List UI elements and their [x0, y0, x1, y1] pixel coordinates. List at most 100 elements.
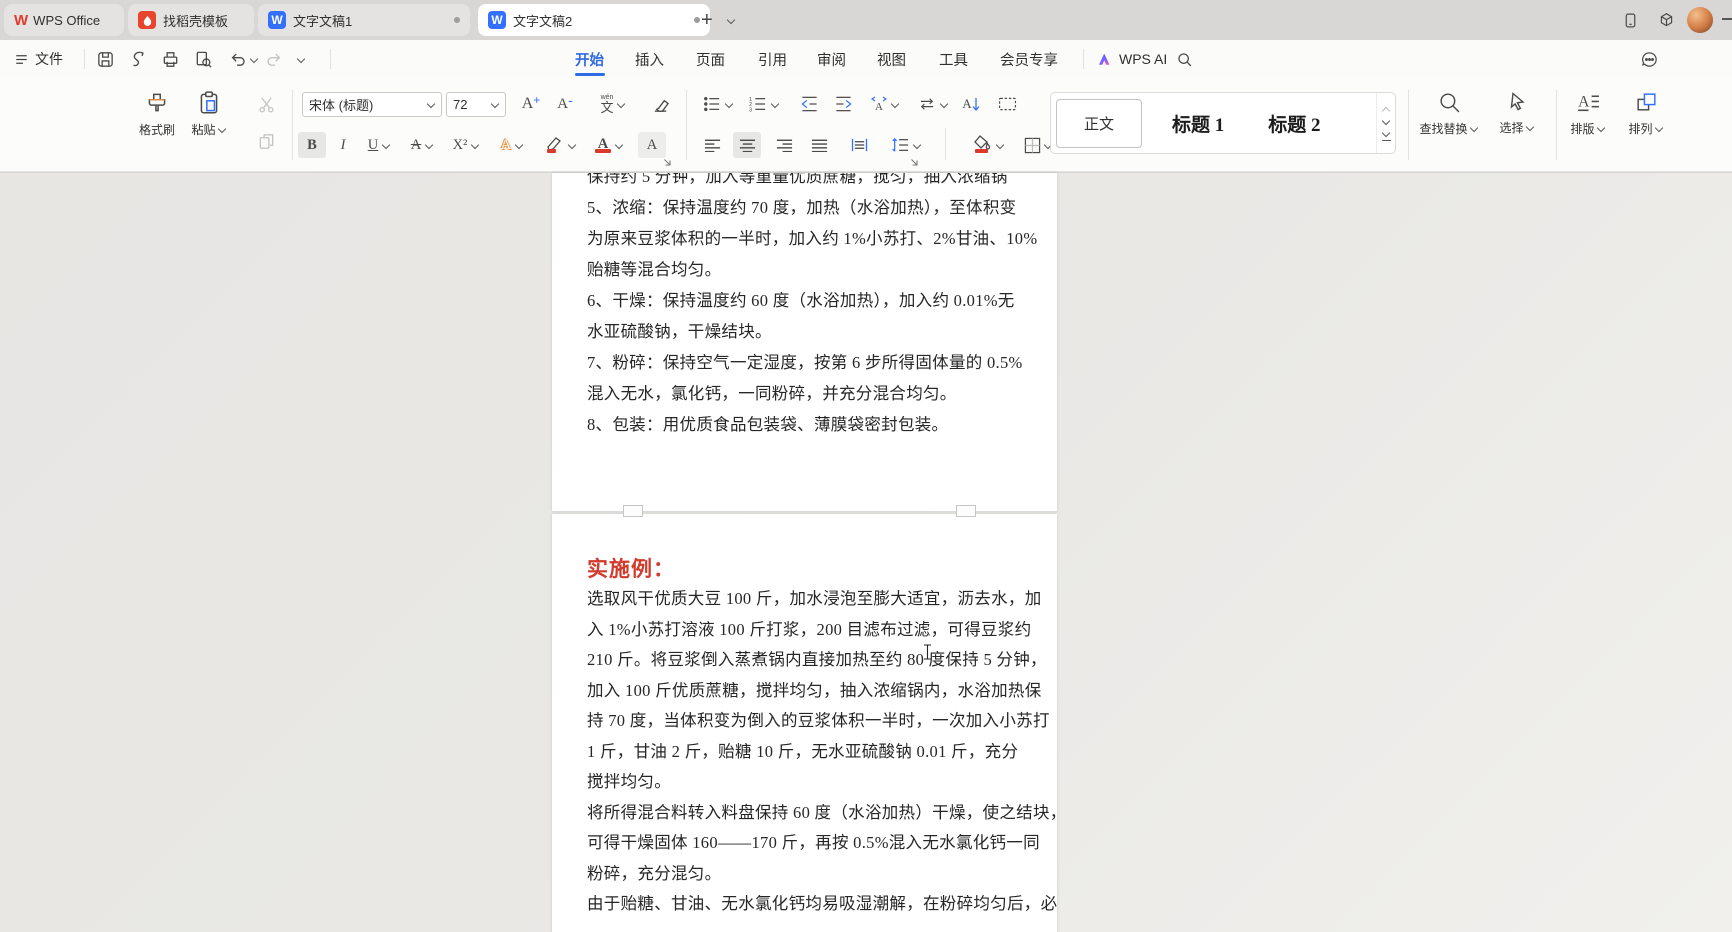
doc-line[interactable]: 将所得混合料转入料盘保持 60 度（水浴加热）干燥，使之结块， — [587, 799, 1057, 823]
font-size-combobox[interactable]: 72 — [446, 92, 506, 117]
font-name-combobox[interactable]: 宋体 (标题) — [302, 92, 442, 117]
align-left-button[interactable] — [698, 132, 726, 158]
decrease-indent-button[interactable] — [794, 91, 824, 117]
doc-line[interactable]: 6、干燥：保持温度约 60 度（水浴加热），加入约 0.01%无 — [587, 287, 1015, 311]
menu-tab-tools[interactable]: 工具 — [939, 40, 968, 78]
select-button[interactable]: 选择 — [1492, 90, 1542, 136]
document-page-1[interactable]: 保持约 5 分钟，加入等重量优质蔗糖，搅匀，抽入浓缩锅 5、浓缩：保持温度约 7… — [552, 173, 1057, 511]
undo-options-chevron-icon[interactable] — [249, 55, 258, 64]
typeset-button[interactable]: A 排版 — [1562, 90, 1614, 137]
quick-access-more-chevron-icon[interactable] — [296, 55, 305, 64]
tab-docer-templates[interactable]: 找稻壳模板 — [128, 4, 254, 36]
doc-line[interactable]: 粉碎，充分混匀。 — [587, 860, 721, 884]
align-center-button[interactable] — [733, 132, 761, 158]
doc-line[interactable]: 可得干燥固体 160——170 斤，再按 0.5%混入无水氯化钙一同 — [587, 829, 1040, 853]
line-spacing-button[interactable] — [884, 132, 928, 158]
wps-ai-button[interactable]: WPS AI — [1097, 40, 1167, 78]
decrease-font-size-button[interactable]: A- — [550, 91, 580, 117]
doc-line[interactable]: 5、浓缩：保持温度约 70 度，加热（水浴加热），至体积变 — [587, 194, 1016, 218]
undo-button[interactable] — [226, 47, 250, 71]
character-scaling-button[interactable]: A — [864, 91, 906, 117]
menu-tab-view[interactable]: 视图 — [877, 40, 906, 78]
text-effects-button[interactable]: A — [492, 132, 532, 158]
doc-line[interactable]: 由于贻糖、甘油、无水氯化钙均易吸湿潮解，在粉碎均匀后，必 — [587, 890, 1057, 914]
doc-line[interactable]: 1 斤，甘油 2 斤，贻糖 10 斤，无水亚硫酸钠 0.01 斤，充分 — [587, 738, 1018, 762]
menu-tab-insert[interactable]: 插入 — [635, 40, 664, 78]
increase-font-size-button[interactable]: A+ — [516, 91, 546, 117]
menu-tab-review[interactable]: 审阅 — [817, 40, 846, 78]
character-shading-button[interactable]: A — [638, 132, 666, 158]
font-color-button[interactable]: A — [588, 132, 630, 158]
search-icon[interactable] — [1172, 47, 1196, 71]
copy-button-disabled[interactable] — [252, 128, 280, 154]
sort-button[interactable]: A — [956, 91, 986, 117]
menu-tab-member[interactable]: 会员专享 — [1000, 40, 1058, 78]
bold-button[interactable]: B — [298, 132, 326, 158]
tab-document-1[interactable]: W 文字文稿1 — [258, 4, 470, 36]
doc-line[interactable]: 水亚硫酸钠，干燥结块。 — [587, 318, 772, 342]
doc-line[interactable]: 贻糖等混合均匀。 — [587, 256, 721, 280]
doc-line[interactable]: 8、包装：用优质食品包装袋、薄膜袋密封包装。 — [587, 411, 948, 435]
menu-tab-reference[interactable]: 引用 — [758, 40, 787, 78]
text-direction-button[interactable] — [912, 91, 954, 117]
align-right-button[interactable] — [770, 132, 798, 158]
redo-button-disabled[interactable] — [262, 47, 286, 71]
mobile-view-icon[interactable] — [1618, 8, 1642, 32]
document-canvas[interactable]: 保持约 5 分钟，加入等重量优质蔗糖，搅匀，抽入浓缩锅 5、浓缩：保持温度约 7… — [0, 173, 1732, 932]
save-button[interactable] — [93, 47, 117, 71]
bullet-list-button[interactable] — [698, 91, 738, 117]
tab-wps-home[interactable]: W WPS Office — [4, 4, 124, 36]
doc-line[interactable]: 保持约 5 分钟，加入等重量优质蔗糖，搅匀，抽入浓缩锅 — [587, 173, 1008, 187]
menu-tab-page[interactable]: 页面 — [696, 40, 725, 78]
distribute-text-button[interactable] — [843, 132, 875, 158]
style-normal-selected[interactable]: 正文 — [1056, 99, 1142, 148]
show-formatting-marks-button[interactable] — [992, 91, 1022, 117]
paragraph-dialog-launcher-icon[interactable] — [910, 158, 920, 168]
doc-heading-red[interactable]: 实施例： — [587, 553, 675, 583]
styles-more-icon[interactable] — [1382, 129, 1391, 141]
italic-button[interactable]: I — [330, 132, 356, 158]
clear-format-button[interactable] — [645, 91, 675, 117]
shading-button[interactable] — [966, 132, 1010, 158]
increase-indent-button[interactable] — [828, 91, 858, 117]
format-painter-button[interactable]: 格式刷 — [131, 90, 183, 138]
export-pdf-icon[interactable] — [126, 47, 150, 71]
user-avatar[interactable] — [1687, 7, 1713, 33]
justify-button[interactable] — [805, 132, 833, 158]
tab-list-chevron-icon[interactable] — [726, 16, 735, 25]
numbered-list-button[interactable]: 123 — [744, 91, 784, 117]
window-minimize-button[interactable] — [1722, 18, 1732, 20]
phonetic-guide-button[interactable]: wén 文 — [592, 91, 634, 117]
superscript-button[interactable]: X² — [446, 132, 486, 158]
doc-line[interactable]: 加入 100 斤优质蔗糖，搅拌均匀，抽入浓缩锅内，水浴加热保 — [587, 677, 1042, 701]
cut-button-disabled[interactable] — [252, 91, 280, 117]
document-page-2[interactable]: 实施例： 选取风干优质大豆 100 斤，加水浸泡至膨大适宜，沥去水，加 入 1%… — [552, 514, 1057, 932]
doc-line[interactable]: 入 1%小苏打溶液 100 斤打浆，200 目滤布过滤，可得豆浆约 — [587, 616, 1031, 640]
new-tab-button[interactable]: + — [701, 8, 713, 32]
menu-tab-home[interactable]: 开始 — [575, 40, 604, 78]
doc-line[interactable]: 持 70 度，当体积变为倒入的豆浆体积一半时，一次加入小苏打 — [587, 707, 1050, 731]
style-heading2[interactable]: 标题 2 — [1246, 110, 1342, 137]
doc-line[interactable]: 7、粉碎：保持空气一定湿度，按第 6 步所得固体量的 0.5% — [587, 349, 1023, 373]
tab-document-2-active[interactable]: W 文字文稿2 — [478, 4, 710, 36]
file-menu-button[interactable]: 文件 — [14, 40, 63, 78]
arrange-button[interactable]: 排列 — [1620, 90, 1672, 137]
styles-scroll-down-icon[interactable] — [1382, 117, 1391, 126]
print-button[interactable] — [158, 47, 182, 71]
page-break-handle[interactable] — [623, 505, 643, 517]
doc-line[interactable]: 搅拌均匀。 — [587, 768, 671, 792]
stereo-box-icon[interactable] — [1654, 8, 1678, 32]
styles-scroll-up-icon[interactable] — [1382, 105, 1391, 114]
style-heading1[interactable]: 标题 1 — [1150, 110, 1246, 137]
doc-line[interactable]: 选取风干优质大豆 100 斤，加水浸泡至膨大适宜，沥去水，加 — [587, 585, 1042, 609]
doc-line[interactable]: 为原来豆浆体积的一半时，加入约 1%小苏打、2%甘油、10% — [587, 225, 1037, 249]
paste-button[interactable]: 粘贴 — [185, 90, 233, 138]
doc-line[interactable]: 混入无水，氯化钙，一同粉碎，并充分混合均匀。 — [587, 380, 957, 404]
font-dialog-launcher-icon[interactable] — [663, 158, 673, 168]
find-replace-button[interactable]: 查找替换 — [1416, 90, 1482, 137]
page-break-handle[interactable] — [956, 505, 976, 517]
ribbon-options-ellipsis-icon[interactable] — [1637, 47, 1661, 71]
strikethrough-button[interactable]: A — [403, 132, 441, 158]
doc-line[interactable]: 210 斤。将豆浆倒入蒸煮锅内直接加热至约 80 度保持 5 分钟， — [587, 646, 1047, 670]
underline-button[interactable]: U — [360, 132, 398, 158]
